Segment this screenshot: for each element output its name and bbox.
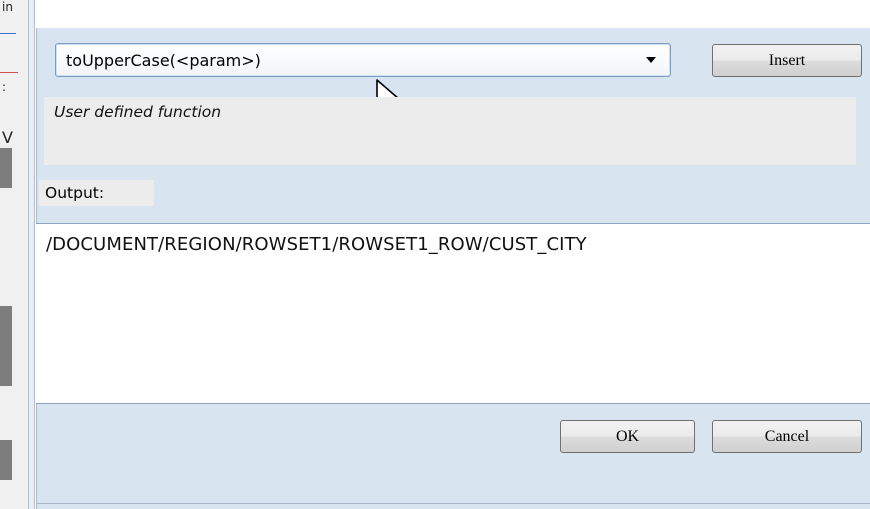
- output-label: Output:: [39, 180, 154, 206]
- background-line: [0, 72, 18, 73]
- background-text-fragment: :: [2, 80, 7, 94]
- cancel-button[interactable]: Cancel: [712, 420, 862, 453]
- output-text: /DOCUMENT/REGION/ROWSET1/ROWSET1_ROW/CUS…: [46, 234, 587, 255]
- window-splitter[interactable]: [28, 0, 35, 509]
- function-panel: toUpperCase(<param>) Insert User defined…: [36, 28, 870, 223]
- background-text-fragment: in: [2, 0, 13, 14]
- footer-border: [37, 503, 870, 504]
- background-line: [0, 33, 16, 34]
- function-description-box: User defined function: [44, 97, 856, 165]
- dialog-footer: OK Cancel: [36, 404, 870, 509]
- background-scrollbar-segment: [0, 306, 12, 386]
- background-scrollbar-segment: [0, 440, 12, 480]
- function-description: User defined function: [54, 103, 222, 121]
- ok-button[interactable]: OK: [560, 420, 695, 453]
- background-scrollbar-segment: [0, 148, 12, 188]
- dialog-top-strip: [36, 0, 870, 29]
- chevron-down-icon[interactable]: [646, 57, 656, 63]
- background-text-fragment: V: [2, 128, 13, 147]
- insert-button[interactable]: Insert: [712, 44, 862, 77]
- function-select-value: toUpperCase(<param>): [66, 51, 261, 70]
- output-text-area[interactable]: /DOCUMENT/REGION/ROWSET1/ROWSET1_ROW/CUS…: [36, 223, 870, 404]
- background-window-strip: in : V: [0, 0, 29, 509]
- function-select[interactable]: toUpperCase(<param>): [55, 43, 671, 77]
